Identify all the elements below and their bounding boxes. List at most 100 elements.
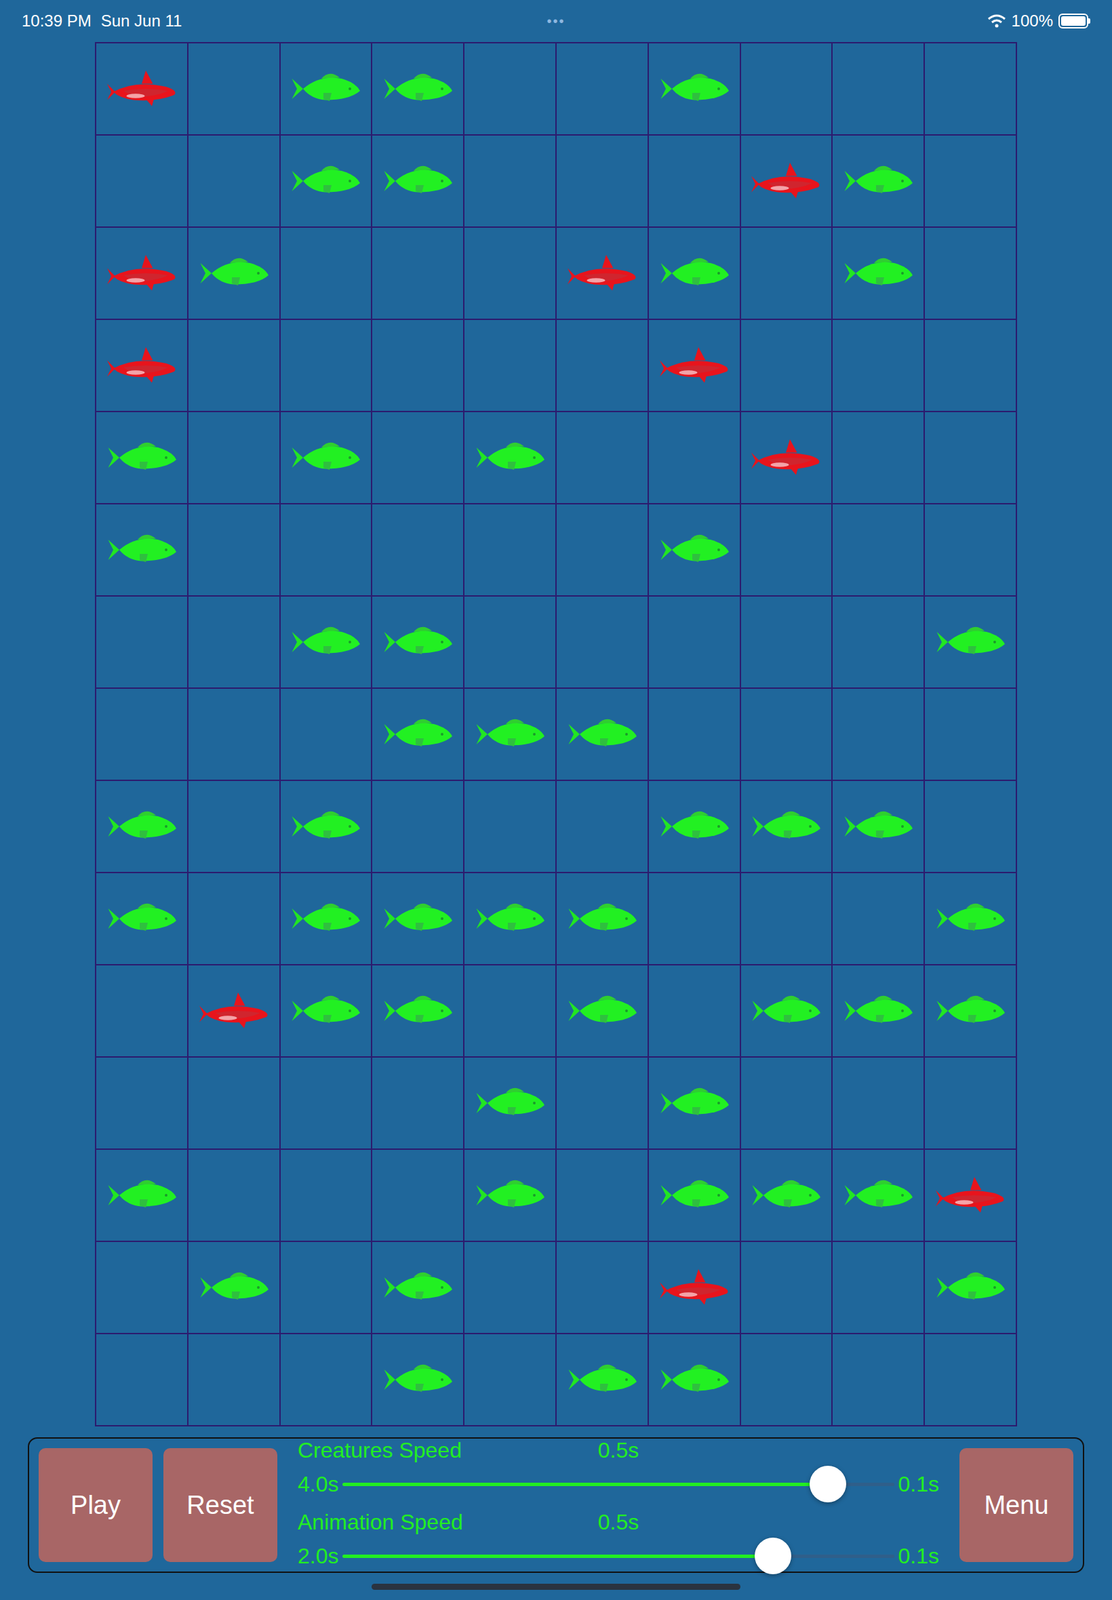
- grid-cell[interactable]: [464, 227, 557, 321]
- grid-cell[interactable]: [372, 227, 465, 321]
- grid-cell[interactable]: [96, 688, 189, 782]
- grid-cell[interactable]: [648, 873, 742, 966]
- grid-cell[interactable]: [372, 1149, 465, 1243]
- grid-cell[interactable]: [556, 596, 649, 689]
- grid-cell[interactable]: [372, 504, 465, 597]
- grid-cell[interactable]: [741, 43, 834, 136]
- menu-dots[interactable]: •••: [546, 10, 565, 32]
- grid-cell[interactable]: [832, 596, 925, 689]
- grid-cell[interactable]: [96, 1242, 189, 1335]
- grid-cell[interactable]: [832, 320, 925, 413]
- grid-cell[interactable]: [96, 1149, 189, 1243]
- grid-cell[interactable]: [96, 965, 189, 1058]
- grid-cell[interactable]: [372, 781, 465, 874]
- grid-cell[interactable]: [924, 873, 1018, 966]
- grid-cell[interactable]: [464, 504, 557, 597]
- grid-cell[interactable]: [924, 781, 1018, 874]
- grid-cell[interactable]: [464, 412, 557, 505]
- grid-cell[interactable]: [96, 504, 189, 597]
- grid-cell[interactable]: [96, 1334, 189, 1427]
- grid-cell[interactable]: [464, 1149, 557, 1243]
- grid-cell[interactable]: [832, 965, 925, 1058]
- grid-cell[interactable]: [832, 781, 925, 874]
- grid-cell[interactable]: [741, 596, 834, 689]
- grid-cell[interactable]: [280, 781, 373, 874]
- grid-cell[interactable]: [832, 1149, 925, 1243]
- grid-cell[interactable]: [280, 1057, 373, 1150]
- grid-cell[interactable]: [188, 43, 281, 136]
- grid-cell[interactable]: [648, 135, 742, 228]
- grid-cell[interactable]: [96, 135, 189, 228]
- grid-cell[interactable]: [648, 504, 742, 597]
- grid-cell[interactable]: [280, 43, 373, 136]
- grid-cell[interactable]: [372, 1242, 465, 1335]
- grid-cell[interactable]: [372, 873, 465, 966]
- grid-cell[interactable]: [188, 135, 281, 228]
- grid-cell[interactable]: [280, 504, 373, 597]
- grid-cell[interactable]: [96, 596, 189, 689]
- grid-cell[interactable]: [741, 412, 834, 505]
- grid-cell[interactable]: [832, 873, 925, 966]
- grid-cell[interactable]: [96, 320, 189, 413]
- grid-cell[interactable]: [832, 412, 925, 505]
- grid-cell[interactable]: [648, 227, 742, 321]
- grid-cell[interactable]: [464, 965, 557, 1058]
- grid-cell[interactable]: [464, 781, 557, 874]
- menu-button[interactable]: Menu: [959, 1448, 1074, 1563]
- grid-cell[interactable]: [188, 504, 281, 597]
- grid-cell[interactable]: [372, 1057, 465, 1150]
- grid-cell[interactable]: [464, 873, 557, 966]
- grid-cell[interactable]: [372, 412, 465, 505]
- grid-cell[interactable]: [832, 688, 925, 782]
- grid-cell[interactable]: [280, 320, 373, 413]
- play-button[interactable]: Play: [38, 1448, 153, 1563]
- grid-cell[interactable]: [741, 965, 834, 1058]
- grid-cell[interactable]: [924, 688, 1018, 782]
- grid-cell[interactable]: [924, 965, 1018, 1058]
- grid-cell[interactable]: [556, 781, 649, 874]
- grid-cell[interactable]: [832, 135, 925, 228]
- grid-cell[interactable]: [464, 320, 557, 413]
- grid-cell[interactable]: [188, 1057, 281, 1150]
- grid-cell[interactable]: [556, 135, 649, 228]
- grid-cell[interactable]: [741, 781, 834, 874]
- grid-cell[interactable]: [464, 1057, 557, 1150]
- grid-cell[interactable]: [556, 43, 649, 136]
- grid-cell[interactable]: [280, 873, 373, 966]
- grid-cell[interactable]: [188, 1242, 281, 1335]
- grid-cell[interactable]: [464, 1334, 557, 1427]
- slider-thumb[interactable]: [754, 1537, 792, 1575]
- grid-cell[interactable]: [556, 1334, 649, 1427]
- grid-cell[interactable]: [924, 1242, 1018, 1335]
- grid-cell[interactable]: [372, 965, 465, 1058]
- grid-cell[interactable]: [556, 227, 649, 321]
- grid-cell[interactable]: [188, 412, 281, 505]
- grid-cell[interactable]: [280, 965, 373, 1058]
- grid-cell[interactable]: [648, 688, 742, 782]
- grid-cell[interactable]: [188, 688, 281, 782]
- grid-cell[interactable]: [648, 412, 742, 505]
- grid-cell[interactable]: [648, 596, 742, 689]
- grid-cell[interactable]: [280, 1149, 373, 1243]
- grid-cell[interactable]: [556, 1149, 649, 1243]
- reset-button[interactable]: Reset: [163, 1448, 278, 1563]
- grid-cell[interactable]: [648, 43, 742, 136]
- grid-cell[interactable]: [832, 1334, 925, 1427]
- grid-cell[interactable]: [556, 1057, 649, 1150]
- grid-cell[interactable]: [648, 320, 742, 413]
- grid-cell[interactable]: [741, 1334, 834, 1427]
- grid-cell[interactable]: [280, 1334, 373, 1427]
- grid-cell[interactable]: [464, 688, 557, 782]
- grid-cell[interactable]: [741, 1242, 834, 1335]
- grid-cell[interactable]: [648, 1057, 742, 1150]
- grid-cell[interactable]: [741, 320, 834, 413]
- grid-cell[interactable]: [648, 781, 742, 874]
- grid-cell[interactable]: [188, 1334, 281, 1427]
- grid-cell[interactable]: [832, 1242, 925, 1335]
- grid-cell[interactable]: [924, 596, 1018, 689]
- grid-cell[interactable]: [556, 412, 649, 505]
- grid-cell[interactable]: [280, 688, 373, 782]
- grid-cell[interactable]: [372, 43, 465, 136]
- grid-cell[interactable]: [648, 1242, 742, 1335]
- slider-track[interactable]: [342, 1482, 894, 1487]
